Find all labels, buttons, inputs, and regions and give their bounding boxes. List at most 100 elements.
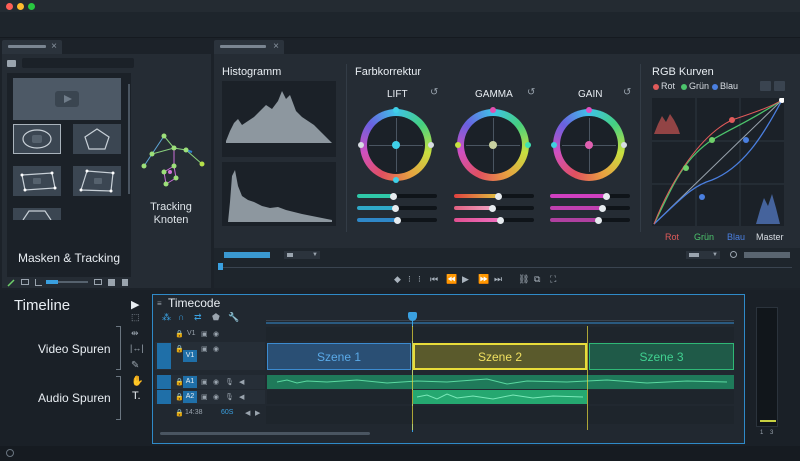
fps-value[interactable]: 60S xyxy=(221,409,233,416)
gamma-slider-2[interactable] xyxy=(454,204,534,212)
snap-icon[interactable]: ⁂ xyxy=(162,312,171,323)
lock-icon[interactable]: 🔒 xyxy=(175,409,184,417)
stack-icon[interactable] xyxy=(94,279,102,285)
minimize-window-button[interactable] xyxy=(17,3,24,10)
path-field[interactable] xyxy=(22,58,134,68)
gain-wheel[interactable] xyxy=(551,107,627,181)
select-tool-icon[interactable]: ▶ xyxy=(131,298,139,311)
audio-clip-a2[interactable] xyxy=(413,390,587,404)
settings-wrench-icon[interactable]: 🔧 xyxy=(228,312,239,323)
prev-icon[interactable]: ◀ xyxy=(245,409,250,417)
gamma-slider-3[interactable] xyxy=(454,216,534,224)
track-target-a1[interactable] xyxy=(157,375,171,389)
lift-slider-2[interactable] xyxy=(357,204,437,212)
marker-tool-icon[interactable]: ⬟ xyxy=(212,312,220,323)
hand-tool-icon[interactable]: ✋ xyxy=(131,376,143,387)
clip-szene-2[interactable]: Szene 2 xyxy=(413,343,587,370)
marker-icon[interactable]: ◆ xyxy=(394,274,401,284)
link-clips-icon[interactable]: ⇄ xyxy=(194,312,202,323)
lift-slider-1[interactable] xyxy=(357,192,437,200)
track-target-a2[interactable] xyxy=(157,390,171,404)
playhead-handle[interactable] xyxy=(408,312,417,321)
mask-thumbnail-polygon[interactable] xyxy=(13,166,61,196)
open-folder-icon[interactable] xyxy=(21,279,29,285)
clip-icon[interactable]: ▣ xyxy=(201,330,208,338)
curve-mode-icon[interactable] xyxy=(774,81,785,91)
scrubber-track[interactable] xyxy=(220,267,792,268)
lift-reset-icon[interactable]: ↺ xyxy=(430,87,438,98)
link-icon[interactable]: ⛓ xyxy=(518,274,529,284)
mask-thumbnail-partial[interactable] xyxy=(13,208,61,220)
gain-slider-2[interactable] xyxy=(550,204,630,212)
magic-wand-icon[interactable] xyxy=(7,278,16,287)
split-icon[interactable]: ⧉ xyxy=(534,274,540,284)
pen-tool-icon[interactable]: ✎ xyxy=(131,360,139,371)
tab-close-icon[interactable]: × xyxy=(273,40,279,54)
channel-red[interactable]: Rot xyxy=(665,232,679,242)
step-back-icon[interactable]: ⏪ xyxy=(446,274,457,284)
in-point-icon[interactable]: ⁝ xyxy=(408,274,411,284)
close-window-button[interactable] xyxy=(6,3,13,10)
eye-icon[interactable]: ◉ xyxy=(213,393,219,401)
lift-puck[interactable] xyxy=(392,141,400,149)
playhead-marker[interactable] xyxy=(218,263,223,270)
preview-thumbnail[interactable] xyxy=(13,78,121,120)
goto-end-icon[interactable]: ⏭ xyxy=(494,274,502,284)
gamma-wheel[interactable] xyxy=(455,107,531,181)
channel-master[interactable]: Master xyxy=(756,232,784,242)
clip-icon[interactable]: ▣ xyxy=(201,378,208,386)
folder-icon[interactable] xyxy=(7,60,16,67)
film-icon[interactable] xyxy=(108,279,115,286)
settings-field[interactable] xyxy=(744,252,790,258)
timeline-scrollbar[interactable] xyxy=(160,432,370,435)
clip-szene-1[interactable]: Szene 1 xyxy=(267,343,411,370)
curves-graph[interactable] xyxy=(652,97,785,226)
mask-thumbnail-pentagon[interactable] xyxy=(73,124,121,154)
tracking-nodes-graphic[interactable] xyxy=(136,126,206,196)
speaker-icon[interactable]: ◀ xyxy=(239,393,244,401)
lift-wheel[interactable] xyxy=(358,107,434,183)
gamma-slider-1[interactable] xyxy=(454,192,534,200)
histogram-overlay-icon[interactable] xyxy=(760,81,771,91)
gain-slider-3[interactable] xyxy=(550,216,630,224)
channel-green[interactable]: Grün xyxy=(694,232,714,242)
slip-tool-icon[interactable]: |↔| xyxy=(130,343,144,353)
audio-clip-a1[interactable] xyxy=(267,375,734,389)
tab-masks[interactable]: × xyxy=(2,40,62,54)
mic-icon[interactable]: 🎙 xyxy=(225,378,234,386)
maximize-window-button[interactable] xyxy=(28,3,35,10)
eye-icon[interactable]: ◉ xyxy=(213,345,219,353)
gain-slider-1[interactable] xyxy=(550,192,630,200)
clip-icon[interactable]: ▣ xyxy=(201,393,208,401)
text-tool-icon[interactable]: T. xyxy=(132,390,141,402)
fullscreen-icon[interactable]: ⛶ xyxy=(550,274,556,284)
tab-close-icon[interactable]: × xyxy=(51,40,57,54)
tab-color[interactable]: × xyxy=(214,40,284,54)
crop-icon[interactable] xyxy=(35,279,42,286)
goto-start-icon[interactable]: ⏮ xyxy=(430,274,438,284)
eye-icon[interactable]: ◉ xyxy=(213,330,219,338)
zoom-slider[interactable] xyxy=(46,280,88,284)
gamma-puck[interactable] xyxy=(489,141,497,149)
mask-thumbnail-ellipse[interactable] xyxy=(13,124,61,154)
out-point-icon[interactable]: ⁝ xyxy=(418,274,421,284)
track-target-v1[interactable] xyxy=(157,343,171,369)
mask-thumbnail-track[interactable] xyxy=(73,166,121,196)
next-icon[interactable]: ▶ xyxy=(255,409,260,417)
wrench-icon[interactable] xyxy=(730,251,737,258)
play-icon[interactable]: ▶ xyxy=(462,274,469,284)
range-select-icon[interactable]: ⬚ xyxy=(131,312,140,323)
trash-icon[interactable] xyxy=(122,279,128,286)
scrollbar[interactable] xyxy=(128,84,130,194)
channel-blue[interactable]: Blau xyxy=(727,232,745,242)
gamma-reset-icon[interactable]: ↺ xyxy=(527,87,535,98)
mic-icon[interactable]: 🎙 xyxy=(225,393,234,401)
clip-icon[interactable]: ▣ xyxy=(201,345,208,353)
drag-handle-icon[interactable]: ≡ xyxy=(157,299,162,308)
lift-slider-3[interactable] xyxy=(357,216,437,224)
status-indicator[interactable] xyxy=(6,449,14,457)
view-select[interactable]: ▼ xyxy=(284,251,320,259)
clip-name-field[interactable] xyxy=(224,252,270,258)
format-select[interactable]: ▼ xyxy=(686,251,720,259)
gain-puck[interactable] xyxy=(585,141,593,149)
